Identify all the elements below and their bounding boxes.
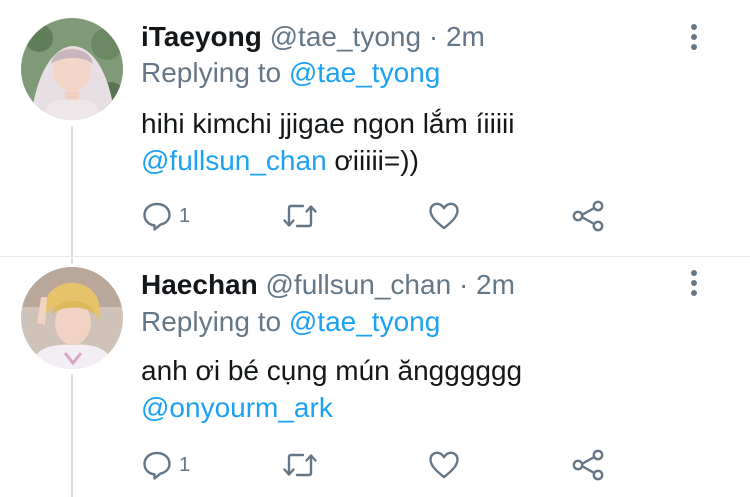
more-icon[interactable] (688, 270, 700, 300)
avatar[interactable] (21, 18, 123, 120)
replying-to-mention[interactable]: @tae_tyong (289, 306, 440, 337)
user-handle[interactable]: @fullsun_chan (266, 269, 452, 300)
share-icon (572, 200, 604, 232)
share-button[interactable] (571, 445, 605, 485)
timestamp[interactable]: 2m (476, 269, 515, 300)
display-name[interactable]: iTaeyong (141, 21, 262, 52)
replying-to-label: Replying to (141, 306, 282, 337)
tweet-text-line: hihi kimchi jjigae ngon lắm íiiiii (141, 108, 515, 139)
tweet-mention[interactable]: @fullsun_chan (141, 145, 327, 176)
replying-to: Replying to @tae_tyong (141, 305, 440, 339)
retweet-button[interactable] (283, 196, 317, 236)
heart-icon (429, 202, 459, 230)
tweet-text-rest: ơiiiii=)) (326, 145, 419, 176)
tweet[interactable]: iTaeyong @tae_tyong · 2m Replying to @ta… (0, 0, 750, 256)
like-button[interactable] (428, 196, 460, 236)
tweet-text: hihi kimchi jjigae ngon lắm íiiiii @full… (141, 105, 515, 179)
share-icon (572, 449, 604, 481)
reply-count: 1 (179, 204, 191, 227)
replying-to-mention[interactable]: @tae_tyong (289, 57, 440, 88)
tweet-text-line: @fullsun_chan ơiiiii=)) (141, 142, 515, 179)
separator-dot: · (428, 21, 439, 52)
replying-to: Replying to @tae_tyong (141, 56, 440, 90)
tweet-text-line: anh ơi bé cụng mún ăngggggg (141, 355, 523, 386)
more-icon[interactable] (688, 24, 700, 54)
reply-count: 1 (179, 453, 191, 476)
retweet-icon (283, 204, 317, 228)
separator-dot: · (458, 269, 469, 300)
reply-icon (143, 451, 171, 480)
tweet-text-line: @onyourm_ark (141, 389, 522, 426)
retweet-button[interactable] (283, 445, 317, 485)
reply-button[interactable]: 1 (141, 445, 190, 485)
share-button[interactable] (571, 196, 605, 236)
tweet-actions: 1 (141, 445, 621, 485)
heart-icon (429, 451, 459, 479)
user-handle[interactable]: @tae_tyong (270, 21, 421, 52)
tweet-header: iTaeyong @tae_tyong · 2m (141, 20, 485, 54)
like-button[interactable] (428, 445, 460, 485)
tweet-text: anh ơi bé cụng mún ăngggggg @onyourm_ark (141, 352, 522, 426)
reply-icon (143, 202, 171, 231)
tweet-mention[interactable]: @onyourm_ark (141, 392, 333, 423)
retweet-icon (283, 453, 317, 477)
reply-button[interactable]: 1 (141, 196, 190, 236)
tweet-header: Haechan @fullsun_chan · 2m (141, 268, 515, 302)
tweet-actions: 1 (141, 196, 621, 236)
tweet[interactable]: Haechan @fullsun_chan · 2m Replying to @… (0, 256, 750, 497)
timestamp[interactable]: 2m (446, 21, 485, 52)
replying-to-label: Replying to (141, 57, 282, 88)
display-name[interactable]: Haechan (141, 269, 258, 300)
avatar[interactable] (21, 267, 123, 369)
